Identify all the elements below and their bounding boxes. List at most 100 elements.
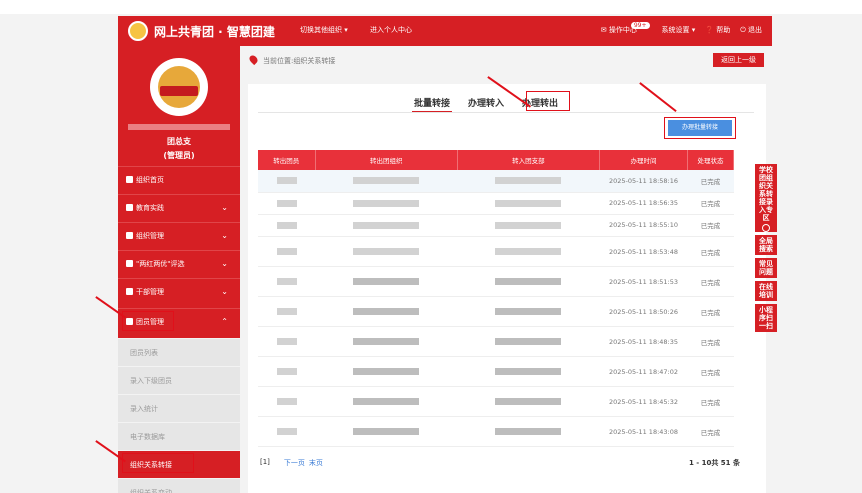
redacted-cell [457, 192, 599, 214]
global-search-link[interactable]: 全局搜索 [755, 235, 777, 255]
redacted-cell [315, 192, 457, 214]
sidebar-subitem-relation-change[interactable]: 组织关系变动 [118, 478, 240, 493]
table-row[interactable]: 2025-05-11 18:45:32 已完成 [258, 387, 734, 417]
personal-center-link[interactable]: 进入个人中心 [370, 25, 412, 35]
sidebar-item-education[interactable]: 教育实践 ⌄ [118, 194, 240, 220]
redacted-cell [315, 214, 457, 236]
sidebar-item-cadre[interactable]: 干部管理 ⌄ [118, 278, 240, 304]
page-current[interactable]: [1] [260, 458, 270, 468]
redacted-cell [457, 387, 599, 417]
status-cell: 已完成 [700, 248, 721, 257]
highlight-batch-button [664, 117, 736, 139]
help-label: 帮助 [716, 26, 731, 34]
org-name: 团总支 [167, 137, 191, 146]
redacted-cell [258, 417, 315, 447]
screen: 网上共青团 · 智慧团建 切换其他组织 ▾ 进入个人中心 ✉ 操作中心99+ 系… [0, 0, 862, 493]
switch-org-menu[interactable]: 切换其他组织 ▾ [300, 25, 348, 35]
redacted-cell [315, 357, 457, 387]
sidebar-item-org-manage[interactable]: 组织管理 ⌄ [118, 222, 240, 248]
table-row[interactable]: 2025-05-11 18:58:16 已完成 [258, 170, 734, 193]
sidebar-item-home[interactable]: 组织首页 [118, 166, 240, 192]
redacted-cell [258, 214, 315, 236]
chevron-down-icon: ⌄ [221, 231, 228, 240]
page-next[interactable]: 下一页 [284, 458, 305, 468]
tab-transfer-in[interactable]: 办理转入 [466, 96, 506, 113]
table-row[interactable]: 2025-05-11 18:56:35 已完成 [258, 192, 734, 215]
redacted-cell [258, 327, 315, 357]
home-icon [126, 176, 133, 183]
page-last[interactable]: 末页 [309, 458, 323, 468]
status-cell: 已完成 [700, 308, 721, 317]
table-row[interactable]: 2025-05-11 18:48:35 已完成 [258, 327, 734, 357]
table-row[interactable]: 2025-05-11 18:47:02 已完成 [258, 357, 734, 387]
org-avatar [150, 58, 208, 116]
table-row[interactable]: 2025-05-11 18:55:10 已完成 [258, 214, 734, 237]
redacted-cell [457, 297, 599, 327]
column-header: 转出团员 [258, 150, 316, 170]
back-button[interactable]: 返回上一级 [713, 53, 764, 67]
youth-league-logo-icon [128, 21, 148, 41]
table-row[interactable]: 2025-05-11 18:43:08 已完成 [258, 417, 734, 447]
side-tool-label: 学校团组织关系转接录入专区 [759, 166, 773, 222]
task-badge: 99+ [630, 22, 650, 29]
task-center-link[interactable]: ✉ 操作中心99+ [601, 22, 652, 35]
top-navbar: 网上共青团 · 智慧团建 切换其他组织 ▾ 进入个人中心 ✉ 操作中心99+ 系… [118, 16, 772, 46]
table-row[interactable]: 2025-05-11 18:51:53 已完成 [258, 267, 734, 297]
sidebar-item-label: 组织管理 [136, 231, 164, 240]
emblem-ribbon [160, 86, 198, 96]
redacted-cell [258, 297, 315, 327]
redacted-cell [315, 387, 457, 417]
sidebar-subitem-enter-member[interactable]: 录入下级团员 [118, 366, 240, 394]
page-total: 1 - 10共 51 条 [688, 459, 740, 467]
status-cell: 已完成 [700, 200, 721, 209]
chevron-up-icon: ⌃ [221, 317, 228, 326]
redacted-cell [315, 327, 457, 357]
brand-title: 网上共青团 · 智慧团建 [154, 25, 275, 39]
redacted-cell [258, 237, 315, 267]
status-cell: 已完成 [700, 222, 721, 231]
redacted-cell [258, 192, 315, 214]
redacted-cell [457, 327, 599, 357]
school-transfer-zone-link[interactable]: 学校团组织关系转接录入专区 [755, 164, 777, 232]
exit-link[interactable]: ⏻ 退出 [740, 25, 762, 35]
column-header: 转出团组织 [315, 150, 458, 170]
column-header: 办理时间 [599, 150, 688, 170]
caption-strip [0, 0, 862, 14]
sidebar-item-label: 干部管理 [136, 287, 164, 296]
location-pin-icon [247, 53, 260, 66]
redacted-cell [457, 214, 599, 236]
faq-link[interactable]: 常见问题 [755, 258, 777, 278]
top-right-tools: ✉ 操作中心99+ 系统设置 ▾ ❓ 帮助 ⏻ 退出 [601, 22, 762, 35]
pagination: [1] 下一页 末页 [260, 458, 323, 468]
help-link[interactable]: ❓ 帮助 [705, 25, 730, 35]
table-row[interactable]: 2025-05-11 18:50:26 已完成 [258, 297, 734, 327]
time-cell: 2025-05-11 18:45:32 [608, 397, 679, 406]
redacted-cell [457, 357, 599, 387]
time-cell: 2025-05-11 18:51:53 [608, 277, 679, 286]
sidebar-subitem-e-database[interactable]: 电子数据库 [118, 422, 240, 450]
sidebar-item-award[interactable]: "两红两优"评选 ⌄ [118, 250, 240, 276]
circle-arrow-icon [762, 224, 770, 232]
award-icon [126, 260, 133, 267]
table-row[interactable]: 2025-05-11 18:53:48 已完成 [258, 237, 734, 267]
status-cell: 已完成 [700, 398, 721, 407]
sidebar-subitem-member-list[interactable]: 团员列表 [118, 338, 240, 366]
settings-menu[interactable]: 系统设置 ▾ [662, 25, 696, 35]
highlight-relation-transfer [122, 453, 194, 473]
table-header-row: 转出团员 转出团组织 转入团支部 办理时间 处理状态 [258, 150, 734, 170]
tab-batch-transfer[interactable]: 批量转接 [412, 96, 453, 113]
time-cell: 2025-05-11 18:53:48 [608, 247, 679, 256]
online-training-link[interactable]: 在线培训 [755, 281, 777, 301]
redacted-cell [315, 417, 457, 447]
mini-program-scan-link[interactable]: 小程序扫一扫 [755, 304, 777, 332]
time-cell: 2025-05-11 18:55:10 [608, 221, 679, 230]
main-panel: 批量转接 办理转入 办理转出 办理批量转接 转出团员 转出团组织 转入团支部 办… [248, 84, 766, 493]
redacted-cell [457, 267, 599, 297]
breadcrumb-text: 当前位置:组织关系转接 [263, 57, 336, 65]
breadcrumb: 当前位置:组织关系转接 [247, 53, 336, 66]
redacted-cell [315, 267, 457, 297]
org-icon [126, 232, 133, 239]
time-cell: 2025-05-11 18:47:02 [608, 367, 679, 376]
sidebar-subitem-entry-stats[interactable]: 录入统计 [118, 394, 240, 422]
highlight-member-manage [122, 311, 174, 331]
